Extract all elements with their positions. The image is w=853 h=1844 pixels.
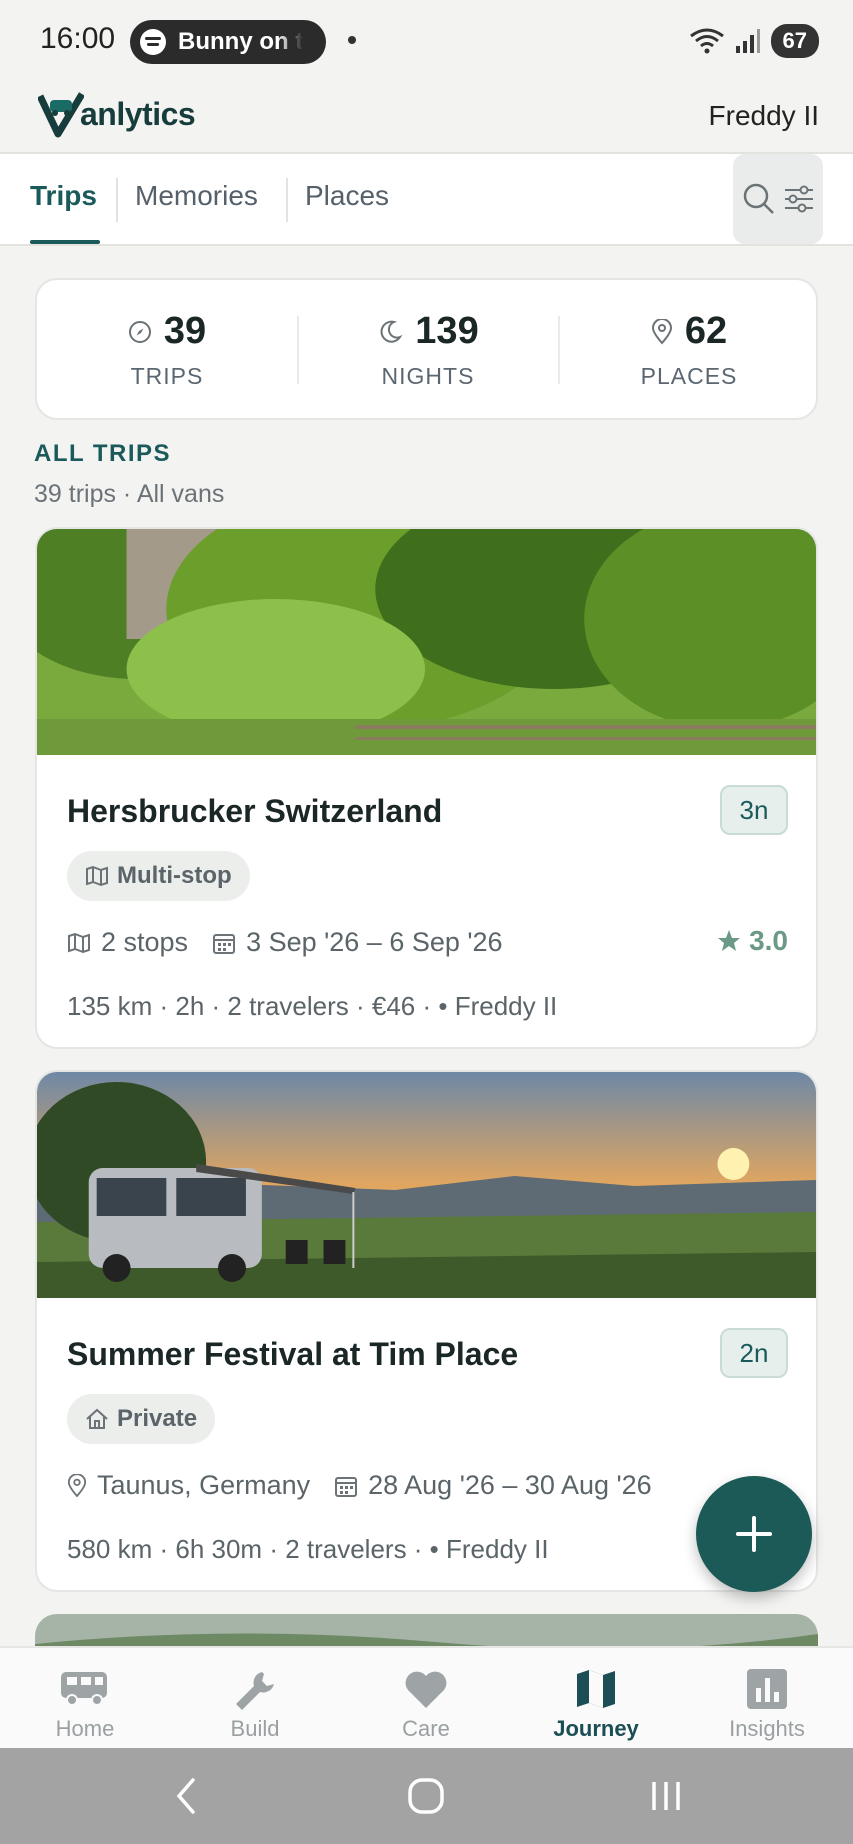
trip-stops: 2 stops <box>101 927 189 957</box>
media-text: Bunny on t <box>178 28 304 55</box>
app-logo[interactable]: anlytics <box>38 90 196 138</box>
nav-label: Care <box>402 1716 450 1741</box>
stat-trips[interactable]: 39 TRIPS <box>37 310 297 390</box>
trip-title: Hersbrucker Switzerland <box>67 793 443 829</box>
home-button[interactable] <box>386 1768 466 1824</box>
media-pill[interactable]: Bunny on t <box>130 20 326 64</box>
trip-title: Summer Festival at Tim Place <box>67 1336 519 1372</box>
recents-icon <box>652 1782 680 1810</box>
trip-dates: 28 Aug '26 – 30 Aug '26 <box>368 1470 652 1500</box>
trip-details: 580 km · 6h 30m · 2 travelers · • Freddy… <box>67 1534 549 1564</box>
van-logo-icon <box>38 92 84 138</box>
notification-dot <box>348 36 356 44</box>
stat-value: 39 <box>163 310 207 352</box>
spotify-icon <box>140 29 166 55</box>
wrench-icon <box>236 1672 274 1710</box>
nav-label: Build <box>230 1716 280 1741</box>
star-icon <box>718 930 741 951</box>
user-name[interactable]: Freddy II <box>709 100 819 132</box>
trip-card-body: Hersbrucker Switzerland 3n Multi-stop 2 … <box>37 755 816 1047</box>
heart-icon <box>405 1671 447 1708</box>
recents-button[interactable] <box>626 1768 706 1824</box>
van-icon <box>61 1672 107 1706</box>
tab-divider <box>286 178 288 222</box>
wifi-icon <box>689 28 724 54</box>
trip-type-chip: Multi-stop <box>67 851 250 901</box>
tab-divider <box>116 178 118 222</box>
battery-badge: 67 <box>770 24 819 58</box>
status-bar: 16:00 Bunny on t 67 <box>0 0 853 82</box>
map-icon <box>577 1670 615 1708</box>
trip-details: 135 km · 2h · 2 travelers · €46 · • Fred… <box>67 991 558 1021</box>
logo-text: anlytics <box>80 95 196 132</box>
stats-card: 39 TRIPS 139 NIGHTS 62 PLACES <box>35 278 818 420</box>
stat-label: NIGHTS <box>381 363 475 389</box>
plus-icon <box>736 1516 772 1552</box>
active-tab-indicator <box>30 240 100 244</box>
nav-insights[interactable]: Insights <box>682 1648 852 1750</box>
calendar-icon <box>335 1476 358 1497</box>
trip-rating: 3.0 <box>717 925 788 957</box>
trip-type-label: Multi-stop <box>117 862 232 889</box>
back-button[interactable] <box>146 1768 226 1824</box>
status-icons: 67 <box>689 24 819 58</box>
status-time: 16:00 <box>40 22 116 55</box>
trip-photo-sunset-van <box>37 1072 816 1298</box>
trip-type-label: Private <box>117 1405 198 1432</box>
location-pin-icon <box>651 318 672 345</box>
calendar-icon <box>213 933 236 954</box>
nights-badge: 2n <box>720 1328 788 1378</box>
nav-label: Home <box>55 1716 115 1741</box>
app-header: anlytics Freddy II <box>0 82 853 154</box>
system-navigation-bar <box>0 1748 853 1844</box>
compass-icon <box>128 320 151 343</box>
stat-label: TRIPS <box>130 363 204 389</box>
trip-meta-row: Taunus, Germany 28 Aug '26 – 30 Aug '26 <box>67 1470 676 1501</box>
filter-sliders-icon <box>785 185 813 213</box>
search-filter-button[interactable] <box>733 154 823 244</box>
stat-value: 139 <box>415 310 479 352</box>
signal-icon <box>735 29 760 53</box>
nav-label: Insights <box>729 1716 805 1741</box>
stat-value: 62 <box>684 310 728 352</box>
section-title: ALL TRIPS <box>34 440 172 467</box>
location-pin-icon <box>67 1473 87 1497</box>
nav-home[interactable]: Home <box>0 1648 170 1750</box>
search-icon <box>743 183 774 214</box>
back-chevron-icon <box>176 1778 195 1814</box>
tab-places[interactable]: Places <box>305 180 389 212</box>
trip-dates: 3 Sep '26 – 6 Sep '26 <box>246 927 503 957</box>
home-circle-icon <box>408 1778 444 1814</box>
nav-journey[interactable]: Journey <box>511 1648 681 1750</box>
rating-value: 3.0 <box>749 925 788 956</box>
moon-icon <box>380 320 403 343</box>
bottom-nav: Home Build Care Journey Insights <box>0 1646 853 1748</box>
trip-location: Taunus, Germany <box>97 1470 311 1500</box>
map-icon <box>86 865 108 887</box>
tab-memories[interactable]: Memories <box>135 180 258 212</box>
map-icon <box>68 932 90 953</box>
add-trip-button[interactable] <box>696 1476 812 1592</box>
stat-label: PLACES <box>640 363 738 389</box>
tab-trips[interactable]: Trips <box>30 180 97 212</box>
home-icon <box>86 1408 108 1429</box>
trip-meta-row: 2 stops 3 Sep '26 – 6 Sep '26 <box>67 927 527 958</box>
trip-type-chip: Private <box>67 1394 216 1444</box>
nav-label: Journey <box>553 1716 639 1741</box>
nights-badge: 3n <box>720 785 788 835</box>
stat-places[interactable]: 62 PLACES <box>559 310 819 390</box>
trip-card[interactable]: Hersbrucker Switzerland 3n Multi-stop 2 … <box>35 527 818 1049</box>
trip-photo-forest <box>37 529 816 755</box>
nav-care[interactable]: Care <box>341 1648 511 1750</box>
nav-build[interactable]: Build <box>170 1648 340 1750</box>
bar-chart-icon <box>747 1669 787 1709</box>
stat-nights[interactable]: 139 NIGHTS <box>298 310 558 390</box>
section-subtitle: 39 trips · All vans <box>34 480 225 508</box>
tabs-bar: Trips Memories Places <box>0 154 853 246</box>
